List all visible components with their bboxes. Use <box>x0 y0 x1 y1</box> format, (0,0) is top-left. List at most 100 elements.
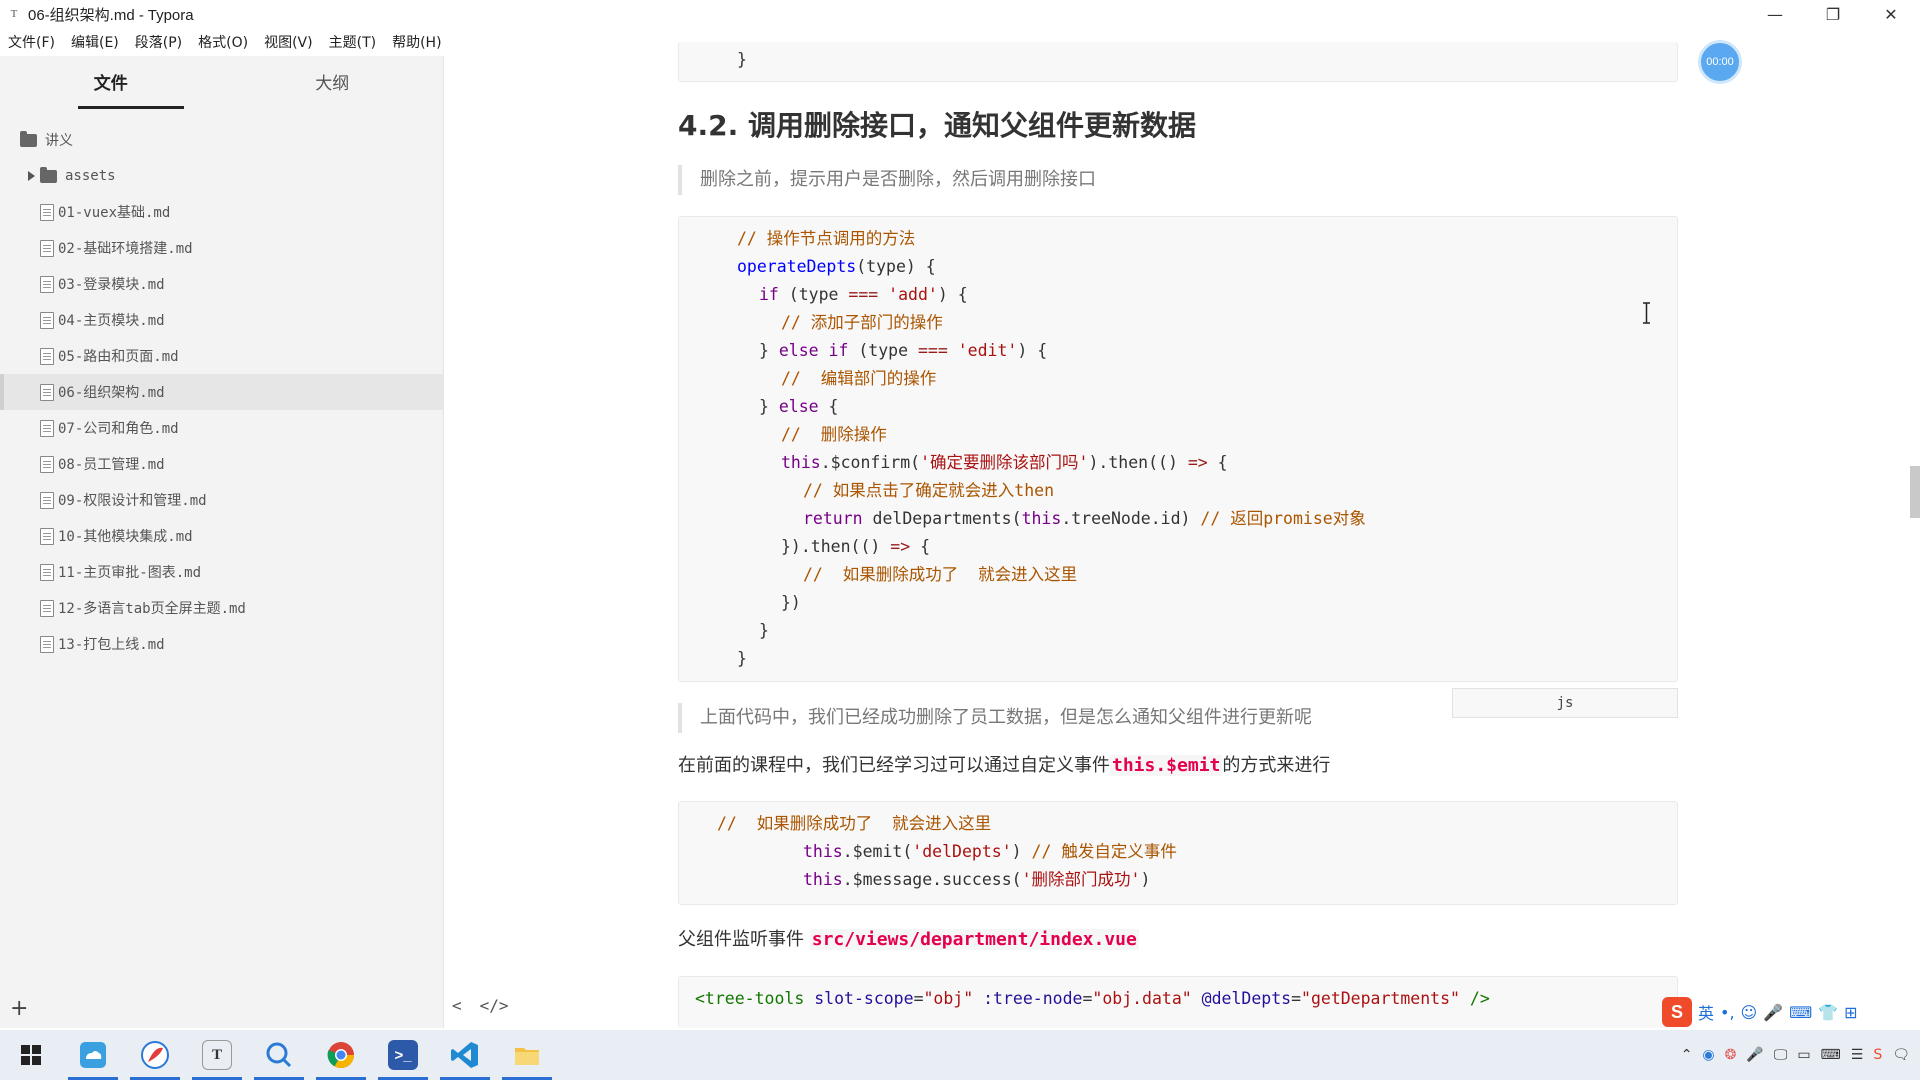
taskbar-app-explorer[interactable] <box>496 1030 558 1080</box>
tree-file-item[interactable]: 12-多语言tab页全屏主题.md <box>0 590 444 626</box>
menu-view[interactable]: 视图(V) <box>256 32 321 52</box>
ime-punctuation-toggle[interactable]: •, <box>1720 1003 1735 1022</box>
code-language-input[interactable]: js <box>1452 688 1678 718</box>
network-icon[interactable]: 🖵 <box>1774 1047 1788 1063</box>
tree-folder-root[interactable]: 讲义 <box>0 122 444 158</box>
sogou-ime-logo[interactable]: S <box>1662 997 1692 1027</box>
code-token: ) { <box>937 285 968 304</box>
tree-file-label: 01-vuex基础.md <box>58 205 171 221</box>
tree-file-item[interactable]: 13-打包上线.md <box>0 626 444 662</box>
ime-language-toggle[interactable]: 英 <box>1698 1000 1714 1024</box>
code-comment: // 如果点击了确定就会进入then <box>803 481 1055 500</box>
code-line: return delDepartments(this.treeNode.id) … <box>803 505 1366 533</box>
scrollbar-thumb[interactable] <box>1910 466 1920 518</box>
code-token: } <box>759 341 779 360</box>
recording-timer-badge[interactable]: 00:00 <box>1698 40 1742 84</box>
sogou-tray-icon[interactable]: S <box>1873 1047 1882 1063</box>
tray-overflow-icon[interactable]: ⌃ <box>1681 1047 1693 1063</box>
code-block-partial[interactable]: } <box>678 42 1678 82</box>
code-block-js[interactable]: // 操作节点调用的方法 operateDepts(type) { if (ty… <box>678 216 1678 682</box>
tree-file-label: 03-登录模块.md <box>58 277 165 293</box>
menu-file[interactable]: 文件(F) <box>0 32 63 52</box>
menu-help[interactable]: 帮助(H) <box>384 32 449 52</box>
code-token: 'edit' <box>957 341 1018 360</box>
tree-file-label: 11-主页审批-图表.md <box>58 565 202 581</box>
microphone-icon[interactable]: 🎤 <box>1746 1047 1763 1063</box>
menu-theme[interactable]: 主题(T) <box>321 32 384 52</box>
minimize-icon: — <box>1767 4 1783 24</box>
tree-file-item[interactable]: 11-主页审批-图表.md <box>0 554 444 590</box>
close-button[interactable]: ✕ <box>1862 0 1920 28</box>
code-line: }) <box>781 593 801 612</box>
tab-outline[interactable]: 大纲 <box>222 56 444 112</box>
code-block-emit[interactable]: // 如果删除成功了 就会进入这里 this.$emit('delDepts')… <box>678 801 1678 905</box>
tree-file-label: 06-组织架构.md <box>58 385 165 401</box>
tree-file-item[interactable]: 04-主页模块.md <box>0 302 444 338</box>
tree-file-item[interactable]: 02-基础环境搭建.md <box>0 230 444 266</box>
tree-file-item-selected[interactable]: 06-组织架构.md <box>0 374 444 410</box>
source-code-mode-button[interactable]: </> <box>480 996 509 1015</box>
code-token: return <box>803 509 863 528</box>
tray-app-icon[interactable]: ◉ <box>1702 1047 1714 1063</box>
ime-toolbox-icon[interactable]: ⊞ <box>1844 1003 1857 1022</box>
code-token: }).then(() <box>781 537 891 556</box>
code-line: }).then(() => { <box>781 533 930 561</box>
tree-file-item[interactable]: 05-路由和页面.md <box>0 338 444 374</box>
toggle-sidebar-button[interactable]: < <box>452 996 462 1015</box>
tree-file-item[interactable]: 09-权限设计和管理.md <box>0 482 444 518</box>
tree-file-item[interactable]: 03-登录模块.md <box>0 266 444 302</box>
code-token: = <box>913 989 924 1008</box>
code-line: this.$emit('delDepts') // 触发自定义事件 <box>803 838 1177 866</box>
taskbar-app-cloud[interactable] <box>62 1030 124 1080</box>
tray-app-icon[interactable]: ☰ <box>1851 1047 1864 1063</box>
notification-center-icon[interactable]: 🗨 <box>1892 1047 1910 1063</box>
keyboard-icon[interactable]: ⌨ <box>1821 1047 1841 1063</box>
code-token: this <box>1021 509 1062 528</box>
code-token: 'add' <box>888 285 938 304</box>
tree-file-item[interactable]: 08-员工管理.md <box>0 446 444 482</box>
text-cursor-icon <box>1643 302 1650 324</box>
tree-file-item[interactable]: 10-其他模块集成.md <box>0 518 444 554</box>
ime-voice-icon[interactable]: 🎤 <box>1763 1003 1783 1022</box>
taskbar-app-powershell[interactable]: >_ <box>372 1030 434 1080</box>
file-icon <box>40 527 54 545</box>
code-token: this <box>781 453 821 472</box>
code-block-template[interactable]: <tree-tools slot-scope="obj" :tree-node=… <box>678 976 1678 1028</box>
code-token: .$confirm( <box>820 453 921 472</box>
code-token: { <box>1207 453 1228 472</box>
ime-keyboard-icon[interactable]: ⌨ <box>1789 1003 1812 1022</box>
ime-emoji-icon[interactable]: ☺ <box>1741 1003 1758 1022</box>
taskbar-app-typora[interactable]: T <box>186 1030 248 1080</box>
battery-icon[interactable]: ▭ <box>1797 1047 1810 1063</box>
code-token: === <box>917 341 948 360</box>
tree-folder-assets[interactable]: assets <box>0 158 444 194</box>
tab-files[interactable]: 文件 <box>0 56 222 112</box>
add-file-button[interactable]: + <box>10 996 28 1021</box>
code-token: '确定要删除该部门吗' <box>920 453 1089 472</box>
menu-edit[interactable]: 编辑(E) <box>63 32 127 52</box>
taskbar-app-feather[interactable] <box>124 1030 186 1080</box>
minimize-button[interactable]: — <box>1746 0 1804 28</box>
feather-app-icon <box>141 1041 169 1069</box>
tree-file-item[interactable]: 01-vuex基础.md <box>0 194 444 230</box>
typora-app-icon: T <box>10 8 18 20</box>
tray-app-icon[interactable]: ❂ <box>1725 1047 1737 1063</box>
taskbar-app-search[interactable] <box>248 1030 310 1080</box>
code-token: "obj.data" <box>1092 989 1192 1008</box>
tree-file-item[interactable]: 07-公司和角色.md <box>0 410 444 446</box>
tree-file-label: 10-其他模块集成.md <box>58 529 193 545</box>
code-token: ) <box>1140 870 1151 889</box>
restore-button[interactable]: ❐ <box>1804 0 1862 28</box>
menu-format[interactable]: 格式(O) <box>190 32 256 52</box>
start-button[interactable] <box>0 1030 62 1080</box>
taskbar-app-vscode[interactable] <box>434 1030 496 1080</box>
ime-skin-icon[interactable]: 👕 <box>1818 1003 1838 1022</box>
code-token: operateDepts <box>737 257 857 276</box>
code-line: } <box>759 621 769 640</box>
code-token: (type) { <box>856 257 936 276</box>
menu-paragraph[interactable]: 段落(P) <box>127 32 190 52</box>
taskbar-app-chrome[interactable] <box>310 1030 372 1080</box>
code-token: .treeNode.id) <box>1061 509 1201 528</box>
code-token: (type <box>848 341 918 360</box>
